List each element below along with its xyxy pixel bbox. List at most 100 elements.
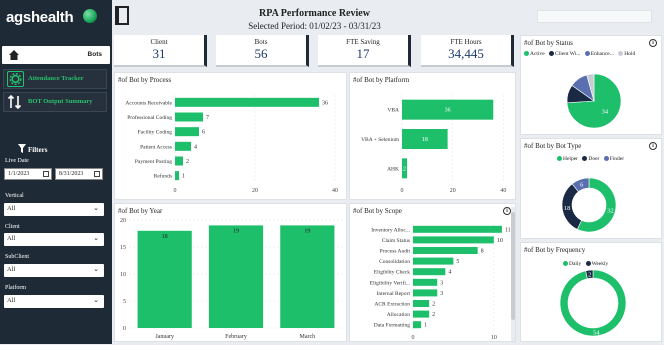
legend-dot <box>585 261 591 267</box>
client-select[interactable]: All ⌄ <box>4 233 104 246</box>
info-icon[interactable]: i <box>649 142 657 150</box>
kpi-label: FTE Saving <box>346 38 380 46</box>
nav-attendance-label: Attendance Tracker <box>28 75 84 82</box>
chevron-down-icon: ⌄ <box>93 296 99 304</box>
bar <box>413 257 454 265</box>
info-icon[interactable]: i <box>649 39 657 47</box>
y-tick-label: 10 <box>120 272 126 278</box>
panel-title: #of Bot by Year <box>118 207 163 215</box>
panel-bot-by-status: #of Bot by Status i Active Client Wi... … <box>520 35 662 135</box>
calendar-icon[interactable] <box>94 171 100 177</box>
vertical-select[interactable]: All ⌄ <box>4 203 104 216</box>
chart-bot-by-platform: 0 20 40 VBA 36 VBA + Selenium 18 AHK 2 <box>361 95 506 194</box>
bar <box>175 112 203 122</box>
live-date-label: Live Date <box>5 158 29 164</box>
data-label: 34 <box>602 109 609 116</box>
legend-dot <box>563 261 568 267</box>
panel-bot-by-platform: #of Bot by Platform 0 20 40 VBA 36 VBA + Sele… <box>349 72 516 200</box>
kpi-value: 34,445 <box>448 46 484 61</box>
category-label: Allocation <box>387 312 410 318</box>
legend-item: Helper <box>557 156 578 162</box>
panel-bot-by-process: #of Bot by Process 0 20 40 Accounts Receiva… <box>114 72 347 200</box>
scrollbar-thumb[interactable] <box>511 212 515 320</box>
nav-bots[interactable]: Bots <box>2 46 110 64</box>
client-value: All <box>7 235 16 242</box>
category-label: ACR Extraction <box>374 302 410 308</box>
data-label: 2 <box>186 159 189 165</box>
calendar-icon[interactable] <box>43 171 49 177</box>
legend-item: Finder <box>603 156 625 162</box>
sidebar: agshealth Bots Attendance Tracker BOT Ou… <box>0 0 112 344</box>
x-tick-label: 20 <box>450 188 456 194</box>
category-label: March <box>299 334 315 340</box>
chevron-down-icon: ⌄ <box>93 204 99 212</box>
x-tick-label: 0 <box>174 188 177 194</box>
data-label: 8 <box>481 249 484 255</box>
bar <box>413 278 438 286</box>
data-label: 2 <box>403 166 406 172</box>
category-label: Professional Coding <box>127 114 172 121</box>
kpi-card-client: Client 31 <box>114 35 207 67</box>
bar <box>175 171 179 181</box>
sort-arrows-icon <box>7 94 24 110</box>
platform-label: Platform <box>5 285 26 291</box>
panel-title: #of Bot by Scope <box>353 207 402 215</box>
date-to-input[interactable]: 8/31/2023 <box>55 168 103 180</box>
subclient-select[interactable]: All ⌄ <box>4 264 104 277</box>
nav-attendance-tracker[interactable]: Attendance Tracker <box>3 69 107 89</box>
legend-label: Enhance... <box>590 51 614 57</box>
data-label: 36 <box>445 108 451 114</box>
legend-item: Enhance... <box>584 51 614 57</box>
category-label: Eligibility Verifi... <box>370 279 411 286</box>
category-label: Facility Coding <box>138 130 173 136</box>
platform-select[interactable]: All ⌄ <box>4 295 104 308</box>
chevron-down-icon: ⌄ <box>93 234 99 242</box>
category-label: Internal Report <box>377 291 411 297</box>
date-from-input[interactable]: 1/1/2023 <box>4 168 52 180</box>
category-label: Inventory Alloc... <box>371 227 410 233</box>
panel-bot-by-frequency: #of Bot by Frequency Daily Weekly 54 2 <box>520 242 662 342</box>
bar <box>413 300 430 307</box>
panel-title: #of Bot by Platform <box>353 76 410 84</box>
legend-label: Finder <box>609 156 625 162</box>
bar <box>175 141 191 151</box>
x-tick-label: 0 <box>412 335 415 341</box>
chart-bot-by-type: 32186 <box>561 177 617 233</box>
bar <box>413 268 446 276</box>
data-label: 1 <box>424 323 427 329</box>
panel-title: #of Bot by Status <box>524 39 573 47</box>
data-label: 36 <box>322 100 328 106</box>
date-from-value: 1/1/2023 <box>8 171 30 177</box>
kpi-card-bots: Bots 56 <box>216 35 309 67</box>
category-label: Payment Posting <box>135 159 172 165</box>
data-label: 2 <box>432 302 435 308</box>
info-icon[interactable]: i <box>503 207 511 215</box>
panel-title: #of Bot by Bot Type <box>524 142 582 150</box>
search-input[interactable] <box>537 10 652 23</box>
nav-bot-output-summary[interactable]: BOT Output Summary <box>3 92 107 112</box>
bar <box>413 321 422 329</box>
kpi-value: 17 <box>356 46 370 61</box>
vertical-value: All <box>7 205 16 212</box>
data-label: 54 <box>593 329 600 336</box>
client-label: Client <box>5 224 20 230</box>
home-icon <box>9 50 19 60</box>
legend-label: Helper <box>563 156 578 162</box>
kpi-label: FTE Hours <box>450 38 482 46</box>
category-label: Eligiblity Check <box>374 270 410 276</box>
bar <box>413 236 494 244</box>
category-label: AHK <box>387 166 399 172</box>
selected-period: Selected Period: 01/02/23 - 03/31/23 <box>248 21 381 31</box>
chart-bot-by-process: 0 20 40 Accounts Receivable 36 Professional C… <box>125 95 338 194</box>
legend-label: Doer <box>588 156 600 162</box>
legend-dot <box>549 51 555 57</box>
kpi-label: Bots <box>254 38 268 46</box>
chevron-down-icon: ⌄ <box>93 265 99 273</box>
data-label: 18 <box>162 234 168 240</box>
panel-bot-by-type: #of Bot by Bot Type i Helper Doer Finder… <box>520 138 662 239</box>
category-label: February <box>225 334 247 340</box>
kpi-label: Client <box>150 38 168 46</box>
data-label: 18 <box>422 137 428 143</box>
legend-label: Weekly <box>591 261 609 267</box>
filters-title: Filters <box>28 146 48 154</box>
